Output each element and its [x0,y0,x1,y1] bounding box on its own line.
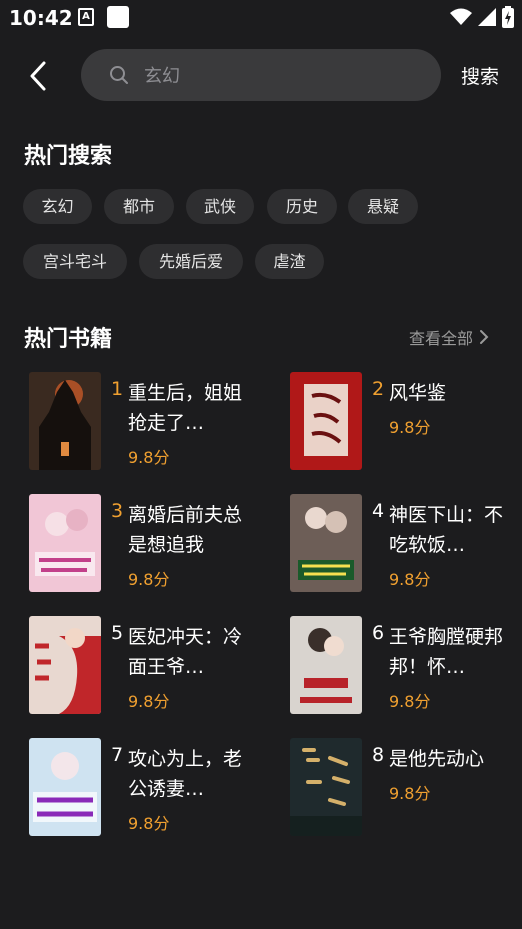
tag-chip[interactable]: 历史 [267,189,337,224]
tag-chip[interactable]: 玄幻 [23,189,92,224]
status-right-icons [450,6,514,28]
book-rank: 2 [372,378,385,400]
book-cover [290,494,362,592]
book-item[interactable]: 1 重生后，姐姐抢走了… 9.8分 [29,372,269,470]
book-cover [29,616,101,714]
book-cover [29,372,101,470]
book-item[interactable]: 7 攻心为上，老公诱妻… 9.8分 [29,738,269,836]
book-cover [290,372,362,470]
book-score: 9.8分 [389,784,431,803]
book-score: 9.8分 [389,570,431,589]
tag-chip[interactable]: 悬疑 [348,189,418,224]
book-rank: 4 [372,500,385,522]
hot-search-title: 热门搜索 [24,144,113,169]
status-bar: 10:42 A [0,0,522,36]
book-cover [290,616,362,714]
tag-chip[interactable]: 先婚后爱 [139,244,243,279]
book-rank: 5 [111,622,124,644]
book-item[interactable]: 5 医妃冲天：冷面王爷… 9.8分 [29,616,269,714]
back-button[interactable] [24,58,56,94]
status-time: 10:42 [9,6,73,30]
book-item[interactable]: 4 神医下山：不吃软饭… 9.8分 [290,494,522,592]
hot-books-title: 热门书籍 [24,327,113,352]
book-title: 医妃冲天：冷面王爷… [128,626,243,678]
book-title: 离婚后前夫总是想追我 [128,504,243,556]
book-score: 9.8分 [128,814,170,833]
book-title: 风华鉴 [389,382,447,404]
book-title: 神医下山：不吃软饭… [389,504,504,556]
book-rank: 3 [111,500,124,522]
chevron-right-icon [480,330,489,344]
view-all-link[interactable]: 查看全部 [409,325,489,349]
book-rank: 8 [372,744,385,766]
book-cover [29,494,101,592]
book-item[interactable]: 6 王爷胸膛硬邦邦！怀… 9.8分 [290,616,522,714]
signal-icon [478,8,496,26]
book-score: 9.8分 [128,692,170,711]
tag-chip[interactable]: 虐渣 [255,244,324,279]
battery-icon [502,6,514,28]
book-score: 9.8分 [128,448,170,467]
book-rank: 7 [111,744,124,766]
search-icon [110,66,128,84]
book-rank: 6 [372,622,385,644]
book-cover [290,738,362,836]
book-item[interactable]: 3 离婚后前夫总是想追我 9.8分 [29,494,269,592]
book-score: 9.8分 [389,418,431,437]
book-score: 9.8分 [389,692,431,711]
tag-chip[interactable]: 宫斗宅斗 [23,244,127,279]
tag-chip[interactable]: 武侠 [186,189,254,224]
view-all-label: 查看全部 [409,329,474,348]
book-title: 重生后，姐姐抢走了… [128,382,243,434]
notification-square-icon [107,6,129,28]
book-title: 是他先动心 [389,748,485,770]
book-item[interactable]: 2 风华鉴 9.8分 [290,372,522,470]
book-item[interactable]: 8 是他先动心 9.8分 [290,738,522,836]
book-title: 攻心为上，老公诱妻… [128,748,243,800]
search-button[interactable]: 搜索 [461,62,499,89]
tag-chip[interactable]: 都市 [104,189,174,224]
book-cover [29,738,101,836]
book-rank: 1 [111,378,124,400]
chevron-left-icon [30,61,46,91]
book-score: 9.8分 [128,570,170,589]
search-box[interactable] [81,49,441,101]
notification-a-icon: A [78,8,94,26]
wifi-icon [450,8,472,25]
search-input[interactable] [142,61,426,91]
book-title: 王爷胸膛硬邦邦！怀… [389,626,504,678]
